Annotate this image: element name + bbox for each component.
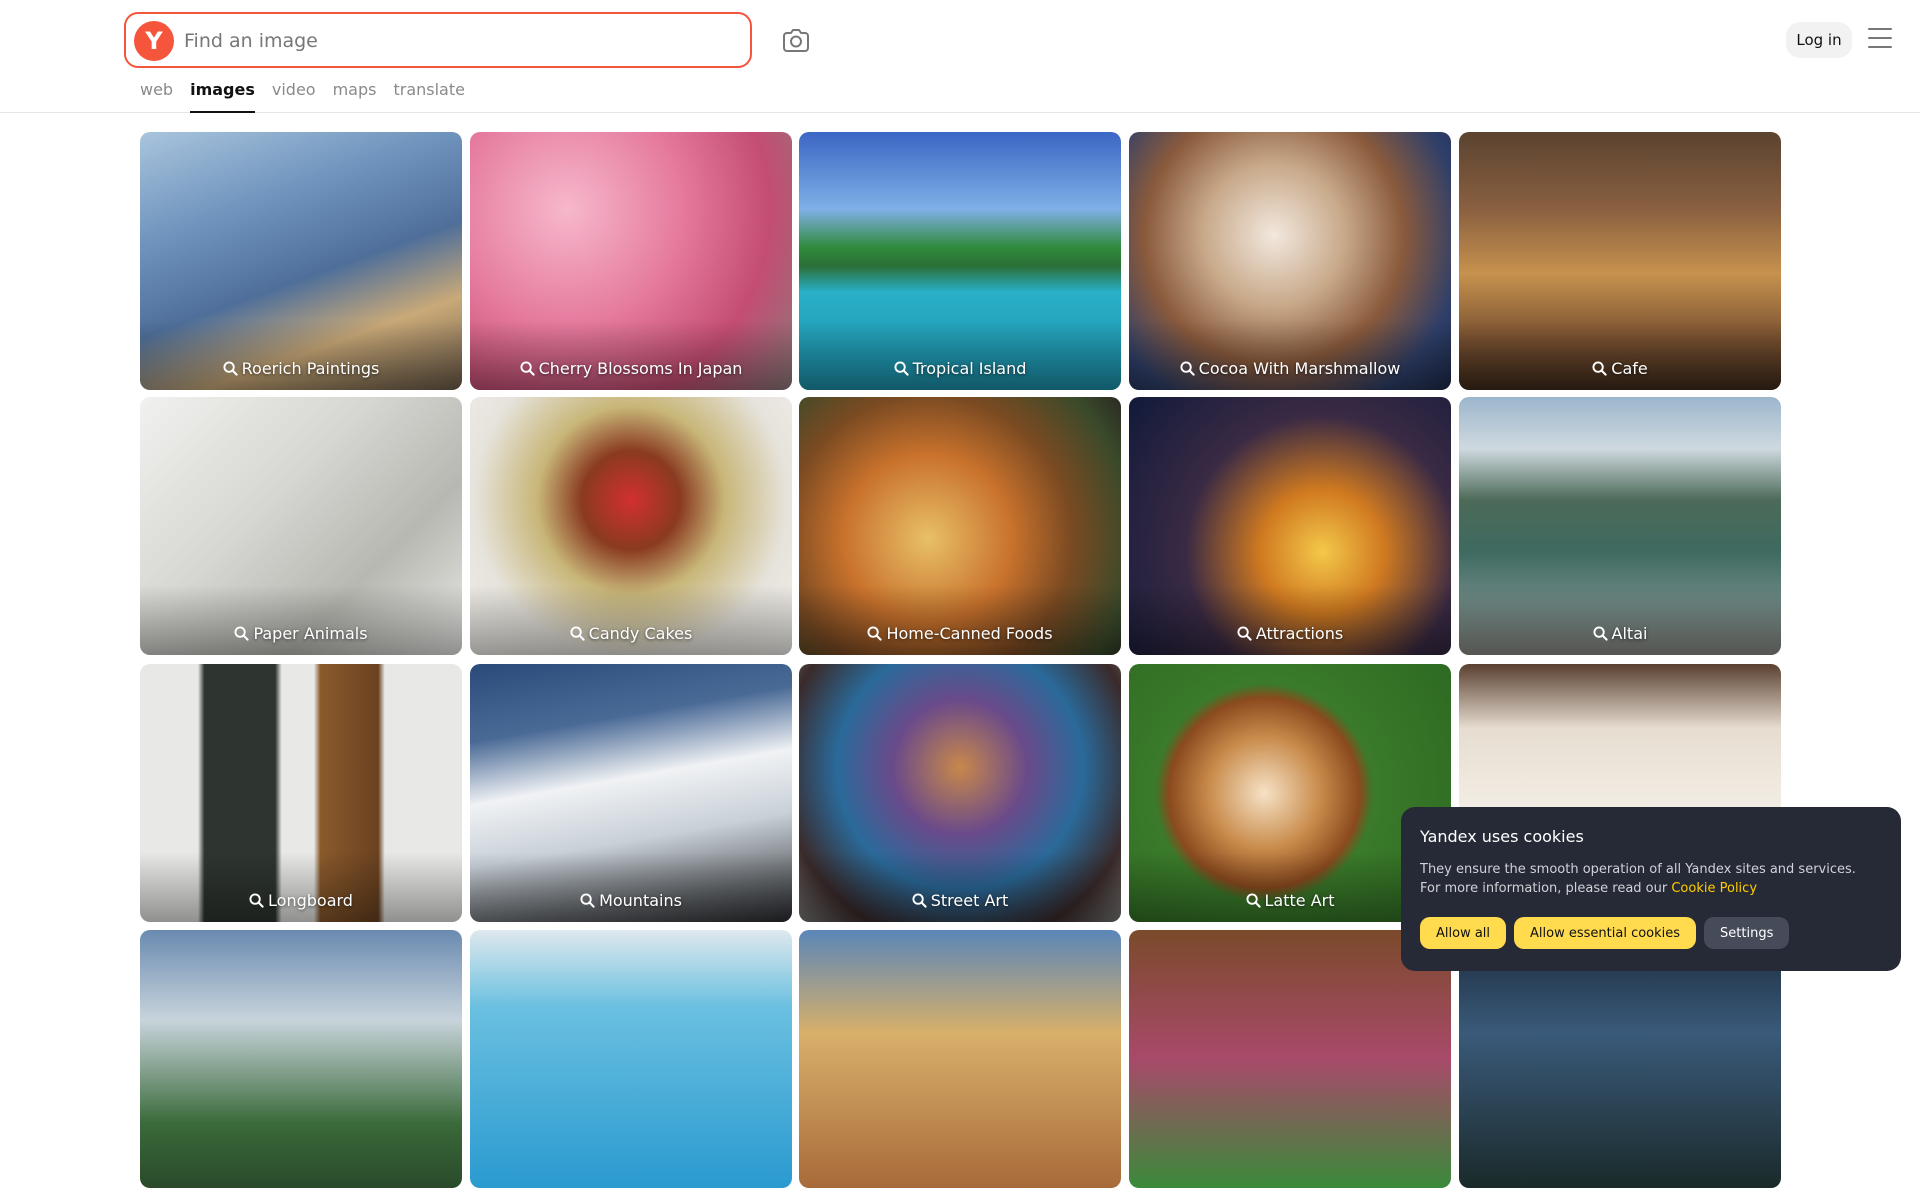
search-icon xyxy=(1245,891,1265,910)
tile-label: Street Art xyxy=(799,891,1121,910)
tile-image xyxy=(470,930,792,1188)
image-tile[interactable]: Mountains xyxy=(470,664,792,922)
tile-image xyxy=(1129,930,1451,1188)
image-tile[interactable] xyxy=(140,930,462,1188)
search-icon xyxy=(580,891,599,910)
search-icon xyxy=(1180,359,1199,378)
image-tile[interactable]: Home-Canned Foods xyxy=(799,397,1121,655)
tab-web[interactable]: web xyxy=(140,78,173,113)
search-icon xyxy=(570,624,589,643)
yandex-logo[interactable]: Y xyxy=(134,21,174,61)
cookie-banner: Yandex uses cookies They ensure the smoo… xyxy=(1401,807,1901,971)
image-tile[interactable]: Candy Cakes xyxy=(470,397,792,655)
image-tile[interactable]: Cafe xyxy=(1459,132,1781,390)
search-icon xyxy=(1592,359,1611,378)
tile-label: Longboard xyxy=(140,891,462,910)
tile-label: Paper Animals xyxy=(140,624,462,643)
tile-image xyxy=(799,930,1121,1188)
image-tile[interactable]: Tropical Island xyxy=(799,132,1121,390)
tile-label: Cafe xyxy=(1459,359,1781,378)
image-tile[interactable]: Street Art xyxy=(799,664,1121,922)
tile-label: Mountains xyxy=(470,891,792,910)
search-icon xyxy=(867,624,886,643)
tab-images[interactable]: images xyxy=(190,78,255,113)
search-icon xyxy=(520,359,539,378)
search-icon xyxy=(223,359,242,378)
search-box[interactable]: Y xyxy=(124,12,752,68)
image-tile[interactable]: Attractions xyxy=(1129,397,1451,655)
image-tile[interactable] xyxy=(470,930,792,1188)
allow-essential-button[interactable]: Allow essential cookies xyxy=(1514,917,1697,949)
tile-label: Candy Cakes xyxy=(470,624,792,643)
search-icon xyxy=(1593,624,1612,643)
tile-label: Altai xyxy=(1459,624,1781,643)
cookie-settings-button[interactable]: Settings xyxy=(1704,917,1790,949)
cookie-text: They ensure the smooth operation of all … xyxy=(1420,862,1856,896)
camera-search-icon[interactable] xyxy=(781,26,811,56)
image-tile[interactable]: Altai xyxy=(1459,397,1781,655)
search-tabs: web images video maps translate xyxy=(140,78,482,113)
image-tile[interactable] xyxy=(1129,930,1451,1188)
image-tile[interactable]: Longboard xyxy=(140,664,462,922)
tile-label: Tropical Island xyxy=(799,359,1121,378)
search-icon xyxy=(894,359,913,378)
tab-video[interactable]: video xyxy=(272,78,316,113)
search-icon xyxy=(1237,624,1256,643)
cookie-policy-link[interactable]: Cookie Policy xyxy=(1671,881,1757,896)
cookie-title: Yandex uses cookies xyxy=(1420,827,1584,846)
hamburger-menu-icon[interactable] xyxy=(1868,28,1892,50)
allow-all-button[interactable]: Allow all xyxy=(1420,917,1507,949)
tile-label: Roerich Paintings xyxy=(140,359,462,378)
image-tile[interactable] xyxy=(799,930,1121,1188)
tile-image xyxy=(140,930,462,1188)
tab-translate[interactable]: translate xyxy=(393,78,465,113)
search-input[interactable] xyxy=(184,24,724,58)
tile-label: Attractions xyxy=(1129,624,1451,643)
image-tile[interactable]: Paper Animals xyxy=(140,397,462,655)
image-tile[interactable]: Roerich Paintings xyxy=(140,132,462,390)
header: Y Log in web images video maps translate xyxy=(0,0,1920,113)
image-tile[interactable]: Cocoa With Marshmallow xyxy=(1129,132,1451,390)
login-button[interactable]: Log in xyxy=(1786,22,1852,58)
tile-label: Home-Canned Foods xyxy=(799,624,1121,643)
tab-maps[interactable]: maps xyxy=(333,78,377,113)
search-icon xyxy=(234,624,253,643)
search-icon xyxy=(912,891,931,910)
image-tile[interactable]: Cherry Blossoms In Japan xyxy=(470,132,792,390)
search-icon xyxy=(249,891,268,910)
tile-label: Cherry Blossoms In Japan xyxy=(470,359,792,378)
tile-label: Cocoa With Marshmallow xyxy=(1129,359,1451,378)
